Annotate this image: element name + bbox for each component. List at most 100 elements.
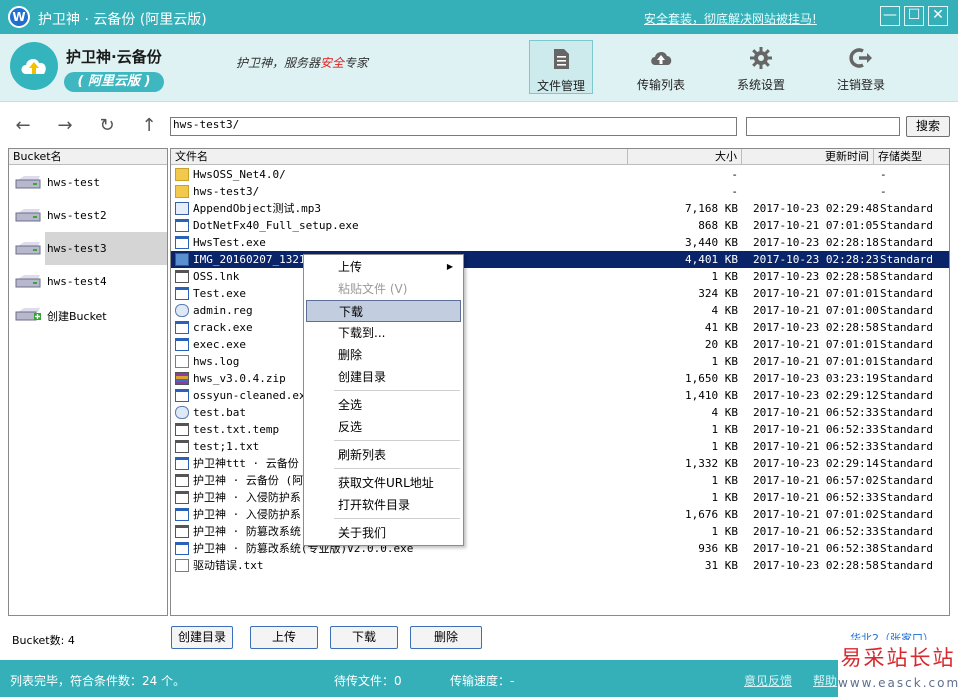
minimize-button[interactable]: —	[880, 6, 900, 26]
menu-item[interactable]: 反选	[306, 416, 461, 438]
file-row[interactable]: 护卫神 · 入侵防护系 1,676 KB 2017-10-21 07:01:02 St…	[171, 506, 949, 523]
file-row[interactable]: hws.log 1 KB 2017-10-21 07:01:01 Standard	[171, 353, 949, 370]
file-row[interactable]: hws_v3.0.4.zip 1,650 KB 2017-10-23 03:23:1…	[171, 370, 949, 387]
exe-icon	[175, 321, 189, 334]
menu-item[interactable]: 获取文件URL地址	[306, 472, 461, 494]
menu-item[interactable]: 上传 ▶	[306, 256, 461, 278]
delete-button[interactable]: 删除	[410, 626, 482, 649]
forward-arrow-icon[interactable]: →	[54, 116, 76, 138]
bucket-item-selected[interactable]: hws-test3	[9, 232, 167, 265]
file-row[interactable]: OSS.lnk 1 KB 2017-10-23 02:28:58 Standard	[171, 268, 949, 285]
file-name: admin.reg	[193, 304, 253, 317]
file-size: 1 KB	[711, 525, 739, 538]
exe-icon	[175, 236, 189, 249]
tab-system-settings[interactable]: 系统设置	[729, 40, 793, 94]
promo-link[interactable]: 安全套装，彻底解决网站被挂马!	[644, 10, 817, 27]
upload-button[interactable]: 上传	[250, 626, 318, 649]
menu-item[interactable]: 下载	[306, 300, 461, 322]
file-time: 2017-10-21 07:01:01	[753, 287, 879, 300]
download-button[interactable]: 下载	[330, 626, 398, 649]
file-row[interactable]: 护卫神 · 防篡改系统 1 KB 2017-10-21 06:52:33 Standa…	[171, 523, 949, 540]
menu-separator	[334, 468, 460, 469]
menu-item-label: 刷新列表	[338, 448, 387, 462]
file-time: 2017-10-21 07:01:01	[753, 338, 879, 351]
column-header-time[interactable]: 更新时间	[742, 149, 874, 165]
file-size: 31 KB	[704, 559, 738, 572]
column-header-size[interactable]: 大小	[628, 149, 742, 165]
file-row-selected[interactable]: IMG_20160207_132156 4,401 KB 2017-10-23 02…	[171, 251, 949, 268]
exe-icon	[175, 338, 189, 351]
file-row[interactable]: 护卫神 · 云备份 (阿里 1 KB 2017-10-21 06:57:02 Stan…	[171, 472, 949, 489]
file-row[interactable]: test;1.txt 1 KB 2017-10-21 06:52:33 Standar…	[171, 438, 949, 455]
help-link[interactable]: 帮助	[813, 672, 837, 689]
file-row[interactable]: Test.exe 324 KB 2017-10-21 07:01:01 Standar…	[171, 285, 949, 302]
refresh-icon[interactable]: ↻	[96, 116, 118, 138]
file-name: 护卫神ttt · 云备份 (	[193, 457, 312, 470]
pending-files: 待传文件：0	[334, 674, 402, 688]
file-size: 1,676 KB	[685, 508, 738, 521]
file-row[interactable]: AppendObject测试.mp3 7,168 KB 2017-10-23 02:…	[171, 200, 949, 217]
menu-separator	[334, 390, 460, 391]
bucket-item[interactable]: hws-test	[9, 166, 167, 199]
bucket-item[interactable]: hws-test2	[9, 199, 167, 232]
create-directory-button[interactable]: 创建目录	[171, 626, 233, 649]
file-row[interactable]: exec.exe 20 KB 2017-10-21 07:01:01 Standard	[171, 336, 949, 353]
feedback-link[interactable]: 意见反馈	[744, 672, 792, 689]
maximize-button[interactable]: ☐	[904, 6, 924, 26]
file-name: 护卫神 · 入侵防护系	[193, 508, 301, 521]
menu-item[interactable]: 删除	[306, 344, 461, 366]
file-row[interactable]: crack.exe 41 KB 2017-10-23 02:28:58 Standar…	[171, 319, 949, 336]
menu-item[interactable]: 下载到...	[306, 322, 461, 344]
search-button[interactable]: 搜索	[906, 116, 950, 137]
column-header-storage-class[interactable]: 存储类型	[874, 149, 949, 165]
file-row[interactable]: 驱动错误.txt 31 KB 2017-10-23 02:28:58 Standard	[171, 557, 949, 574]
up-arrow-icon[interactable]: ↑	[138, 116, 160, 138]
file-storage-class: -	[880, 168, 887, 181]
text-icon	[175, 474, 189, 487]
file-row[interactable]: test.txt.temp 1 KB 2017-10-21 06:52:33 Stan…	[171, 421, 949, 438]
file-name: hws.log	[193, 355, 240, 368]
file-row[interactable]: 护卫神 · 防篡改系统(专业版)V2.0.0.exe 936 KB 2017-10-…	[171, 540, 949, 557]
file-row[interactable]: HwsOSS_Net4.0/ - -	[171, 166, 949, 183]
file-storage-class: Standard	[880, 542, 933, 555]
back-arrow-icon[interactable]: ←	[12, 116, 34, 138]
file-storage-class: Standard	[880, 287, 933, 300]
add-disk-icon	[15, 308, 41, 321]
file-row[interactable]: hws-test3/ - -	[171, 183, 949, 200]
file-name: hws-test3/	[193, 185, 260, 198]
file-row[interactable]: 护卫神 · 入侵防护系 1 KB 2017-10-21 06:52:33 Standa…	[171, 489, 949, 506]
file-size: 868 KB	[698, 219, 738, 232]
search-input[interactable]	[746, 117, 900, 136]
path-input[interactable]: hws-test3/	[170, 117, 737, 136]
file-row[interactable]: admin.reg 4 KB 2017-10-21 07:01:00 Standard	[171, 302, 949, 319]
menu-item[interactable]: 打开软件目录	[306, 494, 461, 516]
image-icon	[175, 253, 189, 266]
slogan: 护卫神，服务器安全专家	[236, 54, 368, 71]
create-bucket-item[interactable]: 创建Bucket	[9, 298, 167, 331]
file-size: 1 KB	[711, 491, 739, 504]
file-size: 1,410 KB	[685, 389, 738, 402]
shield-logo-icon: W	[8, 6, 30, 28]
file-name: OSS.lnk	[193, 270, 240, 283]
close-button[interactable]: ✕	[928, 6, 948, 26]
file-row[interactable]: DotNetFx40_Full_setup.exe 868 KB 2017-10-2…	[171, 217, 949, 234]
file-row[interactable]: 护卫神ttt · 云备份 (1,332 KB 2017-10-23 02:29:1…	[171, 455, 949, 472]
file-row[interactable]: test.bat 4 KB 2017-10-21 06:52:33 Standard	[171, 404, 949, 421]
tab-file-manage[interactable]: 文件管理	[529, 40, 593, 94]
menu-item[interactable]: 关于我们	[306, 522, 461, 544]
menu-item[interactable]: 全选	[306, 394, 461, 416]
menu-item[interactable]: 刷新列表	[306, 444, 461, 466]
file-row[interactable]: HwsTest.exe 3,440 KB 2017-10-23 02:28:18 St…	[171, 234, 949, 251]
tab-label: 传输列表	[636, 78, 685, 92]
file-row[interactable]: ossyun-cleaned.exe 1,410 KB 2017-10-23 02:…	[171, 387, 949, 404]
bucket-item[interactable]: hws-test4	[9, 265, 167, 298]
tab-transfer-list[interactable]: 传输列表	[629, 40, 693, 94]
file-storage-class: Standard	[880, 491, 933, 504]
tab-logout[interactable]: 注销登录	[829, 40, 893, 94]
file-time: 2017-10-21 06:52:33	[753, 406, 879, 419]
column-header-name[interactable]: 文件名	[171, 149, 628, 165]
context-menu: 上传 ▶ 粘贴文件 (V) 下载 下载到... 删除 创建目录 全选 反选 刷新列表 获取文件URL…	[303, 254, 464, 546]
watermark-url: www.easck.com	[838, 676, 958, 690]
bucket-label: hws-test2	[47, 209, 107, 222]
menu-item[interactable]: 创建目录	[306, 366, 461, 388]
